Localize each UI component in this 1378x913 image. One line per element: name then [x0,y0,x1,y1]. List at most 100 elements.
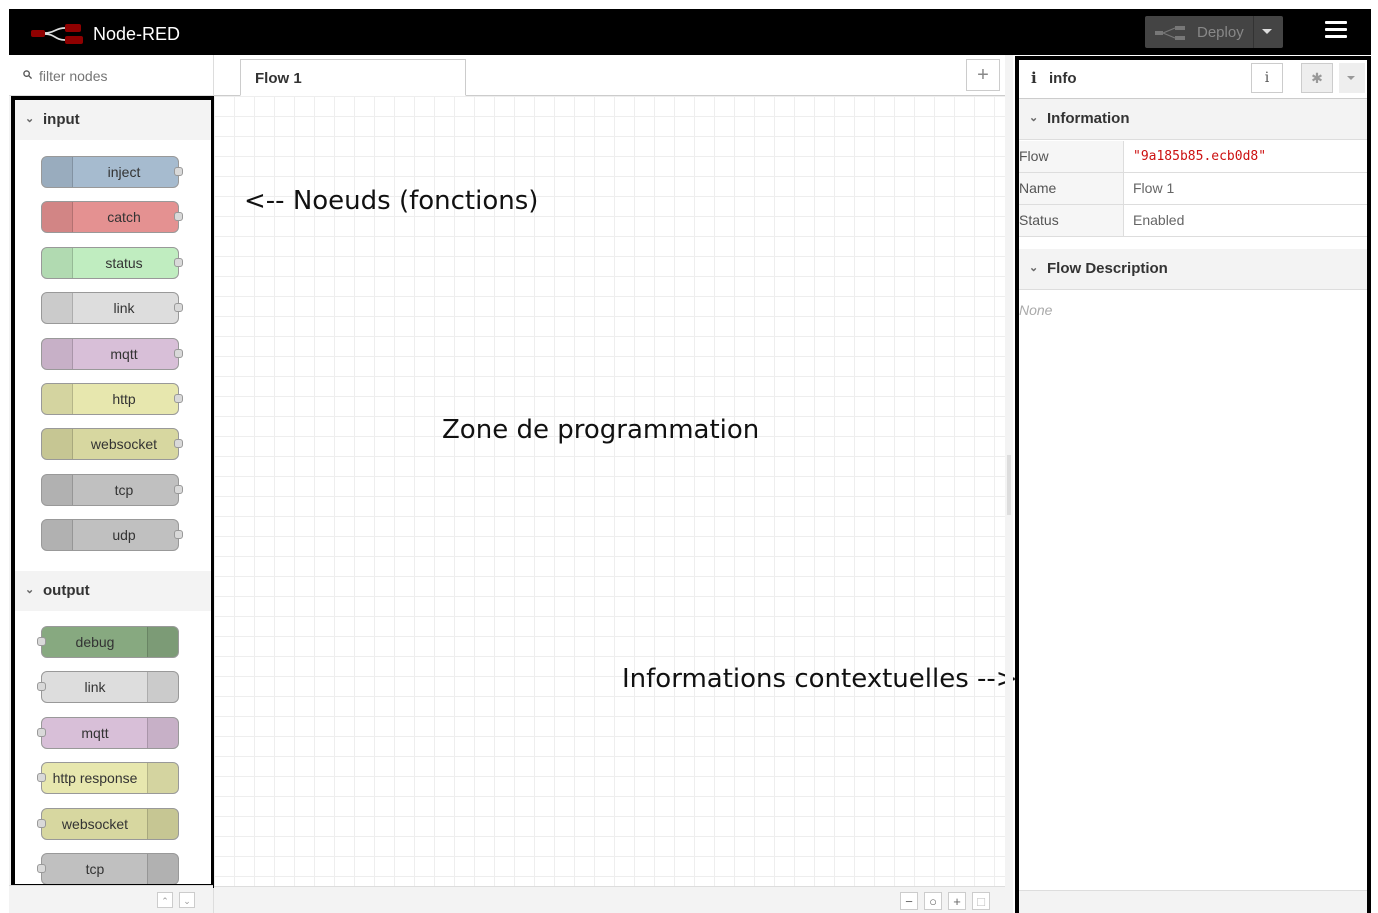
section-label: Flow Description [1047,260,1168,277]
node-port [174,439,183,448]
deploy-separator [1253,16,1254,48]
node-icon [42,157,73,187]
chevron-down-icon: ⌄ [1029,262,1039,274]
palette-node-tcp[interactable]: tcp [37,853,179,884]
palette-category-output[interactable]: ⌄ output [15,571,211,611]
node-icon [42,520,73,550]
node-icon [42,384,73,414]
palette-node-http[interactable]: http [41,383,183,415]
deploy-button[interactable]: Deploy [1145,16,1283,48]
info-tab-button[interactable]: i [1251,63,1283,93]
palette-filter [9,55,213,96]
node-port [174,167,183,176]
palette-node-catch[interactable]: catch [41,201,183,233]
search-icon [23,70,32,79]
palette-node-status[interactable]: status [41,247,183,279]
node-label: debug [75,634,115,650]
hamburger-menu-icon[interactable] [1325,21,1347,43]
workspace-footer: − ○ + □ [214,886,1005,913]
flow-description-section-header[interactable]: ⌄ Flow Description [1019,249,1367,290]
filter-nodes-input[interactable] [37,63,211,89]
node-port [174,485,183,494]
node-label: status [105,255,143,271]
palette-node-link[interactable]: link [37,671,179,703]
sidebar-tabs: i info i ✱ [1019,60,1367,99]
app-title: Node-RED [93,24,181,44]
node-port [174,349,183,358]
node-label: websocket [61,816,129,832]
category-label: output [43,582,90,599]
node-icon [42,248,73,278]
property-row-status: Status Enabled [1019,205,1367,237]
node-label: http [112,391,136,407]
palette-node-http-response[interactable]: http response [37,762,179,794]
node-label: mqtt [81,725,109,741]
debug-bug-icon[interactable]: ✱ [1301,63,1333,93]
palette-node-inject[interactable]: inject [41,156,183,188]
node-port [37,728,46,737]
splitter-grip[interactable] [1007,455,1011,515]
node-label: inject [107,164,141,180]
node-label: link [84,679,106,695]
programming-canvas[interactable]: <-- Noeuds (fonctions) Zone de programma… [214,96,1018,886]
zoom-out-icon[interactable]: − [900,892,918,910]
node-red-logo-icon [31,24,83,44]
node-icon [147,627,178,657]
app-window: Node-RED Deploy ⌄ input inject catch status [9,9,1371,913]
property-value: Flow 1 [1133,180,1175,196]
sidebar-tab-dropdown[interactable] [1339,63,1365,93]
flow-properties-table: Flow "9a185b85.ecb0d8" Name Flow 1 Statu… [1019,141,1367,237]
palette-node-websocket[interactable]: websocket [41,428,183,460]
node-icon [42,429,73,459]
node-label: mqtt [110,346,138,362]
information-section-header[interactable]: ⌄ Information [1019,99,1367,140]
node-icon [147,718,178,748]
tab-info-label: info [1049,70,1077,87]
section-label: Information [1047,110,1130,127]
workspace-tabs: Flow 1 + [214,55,1005,96]
zoom-reset-icon[interactable]: ○ [924,892,942,910]
node-label: udp [112,527,136,543]
node-port [37,773,46,782]
sidebar-splitter[interactable] [1005,55,1013,913]
palette-node-mqtt[interactable]: mqtt [41,338,183,370]
zoom-in-icon[interactable]: + [948,892,966,910]
tab-info[interactable]: i info [1019,60,1247,98]
node-port [174,394,183,403]
palette-node-websocket[interactable]: websocket [37,808,179,840]
palette-footer: ⌃ ⌄ [9,885,213,913]
expand-all-icon[interactable]: ⌄ [179,892,195,908]
node-port [174,530,183,539]
palette-node-debug[interactable]: debug [37,626,179,658]
info-icon: i [1031,69,1037,87]
caret-down-icon[interactable] [1262,29,1272,34]
node-label: link [113,300,135,316]
flow-description-text: None [1019,302,1053,318]
node-port [174,212,183,221]
add-flow-button[interactable]: + [966,59,1000,91]
collapse-all-icon[interactable]: ⌃ [157,892,173,908]
palette-node-tcp[interactable]: tcp [41,474,183,506]
chevron-down-icon: ⌄ [25,113,35,125]
node-icon [147,809,178,839]
property-row-flow: Flow "9a185b85.ecb0d8" [1019,141,1367,173]
node-port [174,303,183,312]
chevron-down-icon: ⌄ [25,584,35,596]
node-label: websocket [90,436,158,452]
palette-node-link[interactable]: link [41,292,183,324]
node-label: http response [52,770,138,786]
tab-flow-1[interactable]: Flow 1 [240,59,466,96]
node-port [37,637,46,646]
property-row-name: Name Flow 1 [1019,173,1367,205]
palette-node-list: ⌄ input inject catch status link mqtt http webso… [11,96,215,888]
property-value: "9a185b85.ecb0d8" [1133,149,1267,164]
palette-node-mqtt[interactable]: mqtt [37,717,179,749]
palette-node-udp[interactable]: udp [41,519,183,551]
palette-category-input[interactable]: ⌄ input [15,100,211,140]
caret-down-icon [1347,76,1355,80]
deploy-icon [1155,26,1185,40]
navigator-icon[interactable]: □ [972,892,990,910]
node-port [174,258,183,267]
node-icon [147,763,178,793]
node-icon [42,202,73,232]
